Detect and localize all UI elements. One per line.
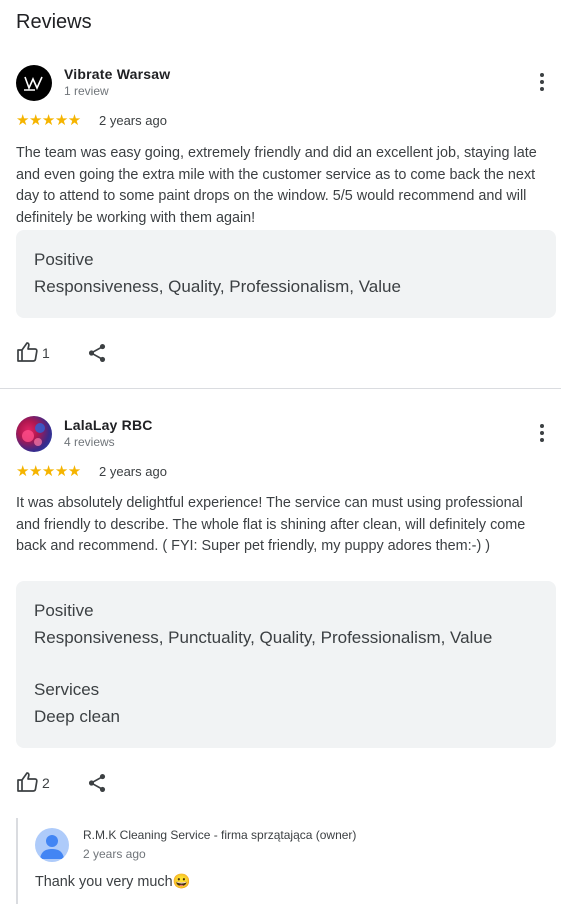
reviewer-review-count: 4 reviews [64,435,115,449]
thumb-up-icon[interactable] [16,770,40,794]
reviewer-review-count: 1 review [64,84,109,98]
attribute-label: Positive [34,250,94,269]
star-rating: ★★★★★ [16,463,81,480]
owner-avatar [35,828,69,862]
owner-reply-text: Thank you very much😀 [35,874,191,890]
star-rating: ★★★★★ [16,112,81,129]
review-attributes: Positive Responsiveness, Quality, Profes… [16,230,556,318]
reviewer-name[interactable]: LalaLay RBC [64,417,153,433]
review-date: 2 years ago [99,113,167,128]
vibrate-logo-icon [24,76,43,91]
thumb-up-icon[interactable] [16,340,40,364]
avatar[interactable] [16,416,52,452]
share-icon[interactable] [86,772,108,794]
share-icon[interactable] [86,342,108,364]
review-divider [0,388,561,389]
avatar[interactable] [16,65,52,101]
like-count: 2 [42,775,50,791]
review-text: The team was easy going, extremely frien… [16,145,537,226]
reviews-heading: Reviews [16,11,92,33]
more-options-icon[interactable] [530,421,554,445]
owner-reply-date: 2 years ago [83,847,146,861]
attribute-label: Positive [34,601,94,620]
profile-photo-icon [22,423,45,446]
like-count: 1 [42,345,50,361]
owner-reply-border [16,818,18,904]
attribute-label: Services [34,680,100,699]
review-date: 2 years ago [99,464,167,479]
attribute-value: Responsiveness, Quality, Professionalism… [34,277,401,296]
attribute-value: Responsiveness, Punctuality, Quality, Pr… [34,628,493,647]
review-text: It was absolutely delightful experience!… [16,495,526,555]
review-attributes: Positive Responsiveness, Punctuality, Qu… [16,581,556,748]
person-icon [40,835,64,859]
reviewer-name[interactable]: Vibrate Warsaw [64,66,170,82]
owner-name: R.M.K Cleaning Service - firma sprzątają… [83,828,357,842]
more-options-icon[interactable] [530,70,554,94]
attribute-value: Deep clean [34,707,121,726]
